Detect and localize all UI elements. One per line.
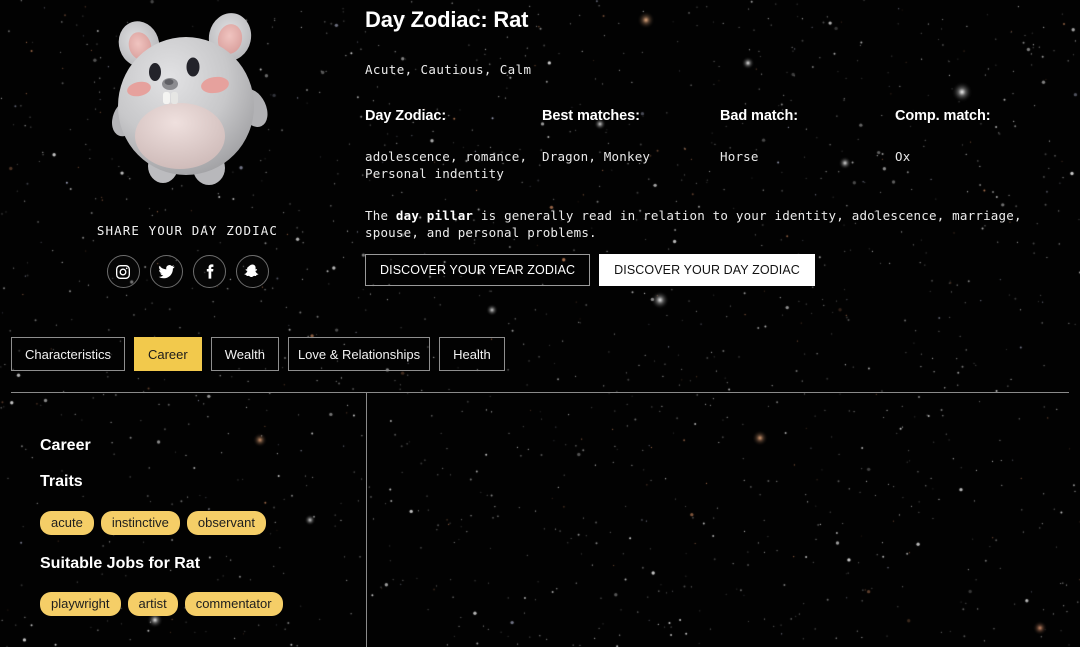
job-tag[interactable]: artist [127,592,178,616]
twitter-share-button[interactable] [149,255,183,288]
trait-tag[interactable]: acute [40,511,94,535]
match-heading: Best matches: [542,108,640,124]
match-heading: Bad match: [720,108,798,124]
facebook-icon [201,263,218,280]
cta-button-row: DISCOVER YOUR YEAR ZODIAC DISCOVER YOUR … [365,254,815,286]
job-tag[interactable]: playwright [40,592,121,616]
tab-love-relationships[interactable]: Love & Relationships [287,337,431,371]
snapchat-icon [243,263,261,280]
jobs-section-title: Suitable Jobs for Rat [40,555,201,572]
match-value: Ox [895,149,911,164]
hero-section: SHARE YOUR DAY ZODIAC Day Zodiac: Rat Ac… [0,0,1080,392]
overview-panel: Overview Rats are highly proactive and i… [367,393,1080,647]
match-column-best-matches: Best matches: Dragon, Monkey [542,108,722,165]
mascot-column: SHARE YOUR DAY ZODIAC [0,0,360,392]
facebook-share-button[interactable] [192,255,226,288]
tab-characteristics[interactable]: Characteristics [11,337,125,371]
vertical-divider [366,393,367,647]
horizontal-divider [11,392,1069,393]
tab-health[interactable]: Health [439,337,505,371]
traits-tag-row: acute instinctive observant [40,511,266,535]
match-column-bad-match: Bad match: Horse [720,108,896,165]
tab-career[interactable]: Career [133,337,202,371]
instagram-icon [115,264,131,280]
match-value: Dragon, Monkey [542,149,651,164]
rat-mascot-image [93,8,288,203]
discover-day-zodiac-button[interactable]: DISCOVER YOUR DAY ZODIAC [599,254,815,286]
match-column-comp-match: Comp. match: Ox [895,108,1075,165]
trait-tag[interactable]: observant [186,511,266,535]
page-title: Day Zodiac: Rat [365,7,529,32]
pillar-note-prefix: The [365,208,396,223]
social-share-row [0,255,375,288]
match-heading: Day Zodiac: [365,108,447,124]
zodiac-info-column: Day Zodiac: Rat Acute, Cautious, Calm Da… [365,0,1075,392]
share-label: SHARE YOUR DAY ZODIAC [96,223,279,238]
career-section-title: Career [40,437,91,454]
pillar-note-emphasis: day pillar [395,208,474,223]
trait-tag[interactable]: instinctive [100,511,180,535]
job-tag[interactable]: commentator [184,592,283,616]
discover-year-zodiac-button[interactable]: DISCOVER YOUR YEAR ZODIAC [365,254,591,286]
jobs-tag-row: playwright artist commentator [40,592,283,616]
category-tab-row: Characteristics Career Wealth Love & Rel… [11,337,505,371]
day-pillar-description: The day pillar is generally read in rela… [365,207,1065,241]
tab-wealth[interactable]: Wealth [210,337,279,371]
twitter-icon [158,263,175,280]
match-column-day-zodiac: Day Zodiac: adolescence, romance, Person… [365,108,545,182]
traits-section-title: Traits [40,473,83,490]
match-value: Horse [720,149,759,164]
snapchat-share-button[interactable] [235,255,269,288]
match-value: adolescence, romance, Personal indentity [365,149,528,181]
match-heading: Comp. match: [895,108,991,124]
zodiac-keywords: Acute, Cautious, Calm [365,62,532,77]
match-table: Day Zodiac: adolescence, romance, Person… [365,108,1075,188]
instagram-share-button[interactable] [106,255,140,288]
